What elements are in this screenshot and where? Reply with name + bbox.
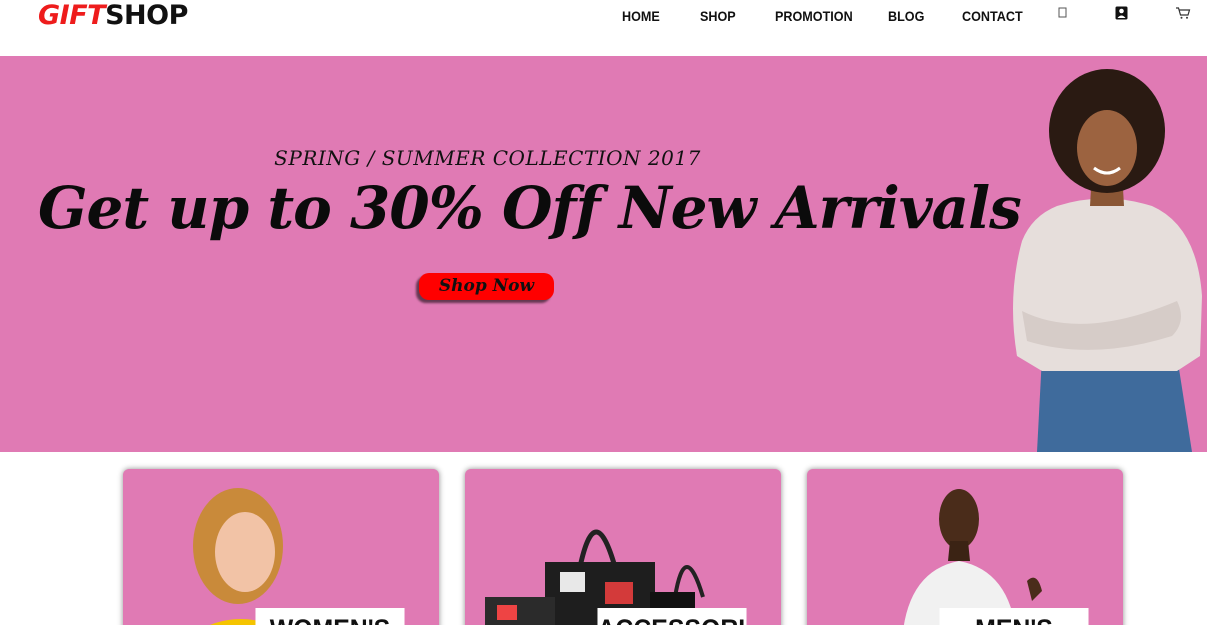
category-label-mens: MEN'S (939, 608, 1089, 625)
category-card-mens[interactable]: MEN'S (807, 469, 1123, 625)
nav-contact[interactable]: CONTACT (962, 8, 1023, 24)
category-card-womens[interactable]: WOMEN'S (123, 469, 439, 625)
search-icon[interactable] (1058, 6, 1068, 20)
brand-logo-part1: GIFT (38, 0, 106, 31)
brand-logo-part2: SHOP (105, 0, 188, 31)
cart-icon[interactable] (1175, 6, 1191, 20)
mens-model-image (903, 489, 1042, 625)
nav-blog[interactable]: BLOG (888, 8, 924, 24)
category-label-accessories: ACCESSORIES (597, 608, 747, 625)
site-header: GIFTSHOP HOME SHOP PROMOTION BLOG CONTAC… (0, 0, 1207, 56)
brand-logo[interactable]: GIFTSHOP (38, 0, 188, 32)
nav-home[interactable]: HOME (622, 8, 660, 24)
womens-model-image (193, 488, 283, 625)
category-label-womens: WOMEN'S (255, 608, 405, 625)
category-card-accessories[interactable]: ACCESSORIES (465, 469, 781, 625)
nav-promotion[interactable]: PROMOTION (775, 8, 853, 24)
shop-now-button[interactable]: Shop Now (419, 273, 554, 300)
hero-model-image (1013, 69, 1202, 452)
nav-shop[interactable]: SHOP (700, 8, 736, 24)
handbag-image (485, 529, 705, 625)
hero-subtitle: SPRING / SUMMER COLLECTION 2017 (274, 146, 701, 170)
hero-banner: SPRING / SUMMER COLLECTION 2017 Get up t… (0, 56, 1207, 452)
user-icon[interactable] (1115, 6, 1129, 20)
hero-title: Get up to 30% Off New Arrivals (38, 174, 1022, 242)
